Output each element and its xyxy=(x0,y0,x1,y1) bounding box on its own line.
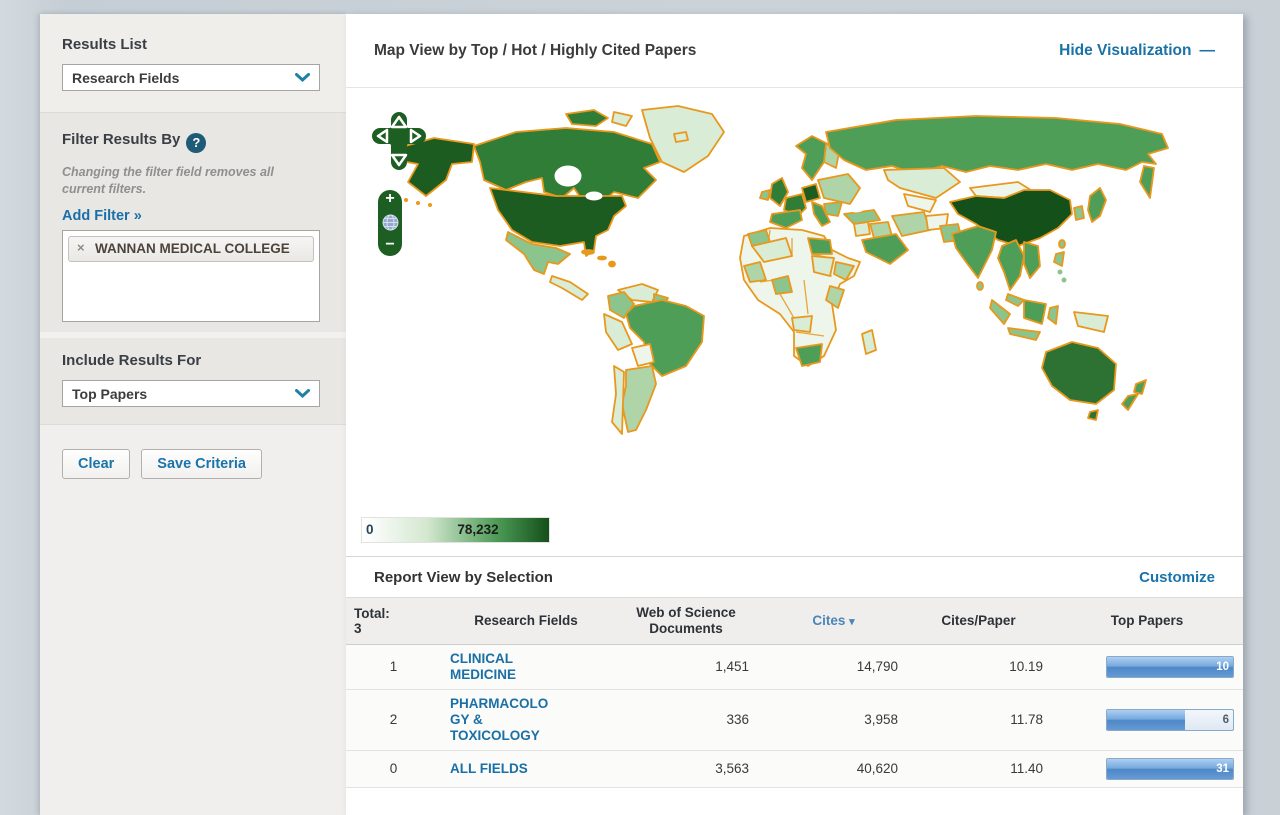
map-view-area: + − 0 78,232 xyxy=(346,88,1243,556)
map-view-title: Map View by Top / Hot / Highly Cited Pap… xyxy=(374,42,696,60)
sort-descending-icon: ▾ xyxy=(849,616,855,628)
filter-results-heading: Filter Results By? xyxy=(62,131,324,153)
chevron-down-icon xyxy=(295,73,310,82)
save-criteria-button[interactable]: Save Criteria xyxy=(141,449,262,479)
column-header-wos-documents[interactable]: Web of Science Documents xyxy=(611,605,761,637)
active-filters-listbox: × WANNAN MEDICAL COLLEGE xyxy=(62,230,320,322)
rank-cell: 0 xyxy=(346,761,441,776)
rank-cell: 1 xyxy=(346,659,441,674)
cites-paper-cell: 11.78 xyxy=(906,712,1051,727)
cites-cell: 3,958 xyxy=(761,712,906,727)
wos-documents-cell: 336 xyxy=(611,712,761,727)
chevron-down-icon xyxy=(295,389,310,398)
include-results-heading: Include Results For xyxy=(62,352,324,369)
country-indonesia xyxy=(1024,300,1046,324)
remove-filter-icon[interactable]: × xyxy=(77,241,85,256)
minus-icon: — xyxy=(1200,42,1216,59)
country-russia xyxy=(826,116,1168,174)
cites-paper-cell: 10.19 xyxy=(906,659,1051,674)
zoom-in-button[interactable]: + xyxy=(385,192,394,206)
legend-min-value: 0 xyxy=(366,522,374,537)
clear-button[interactable]: Clear xyxy=(62,449,130,479)
top-papers-bar: 6 xyxy=(1106,709,1234,731)
map-zoom-control: + − xyxy=(378,190,402,256)
country-iran xyxy=(892,212,930,236)
cites-paper-cell: 11.40 xyxy=(906,761,1051,776)
table-row: 2 PHARMACOLOGY & TOXICOLOGY 336 3,958 11… xyxy=(346,690,1243,751)
filters-sidebar: Results List Research Fields Filter Resu… xyxy=(40,14,346,815)
country-japan xyxy=(1088,188,1106,222)
filter-note: Changing the filter field removes all cu… xyxy=(62,164,292,198)
include-results-dropdown-value: Top Papers xyxy=(72,386,147,402)
column-header-cites[interactable]: Cites ▾ xyxy=(761,613,906,629)
country-vietnam xyxy=(1024,242,1040,278)
map-legend: 0 78,232 xyxy=(361,517,550,543)
country-kazakhstan xyxy=(884,168,960,198)
country-india xyxy=(952,226,996,278)
country-nigeria xyxy=(772,276,792,294)
report-view-title: Report View by Selection xyxy=(374,569,553,586)
hide-visualization-link[interactable]: Hide Visualization— xyxy=(1059,42,1215,60)
country-iceland xyxy=(674,132,688,142)
country-philippines xyxy=(1054,252,1064,266)
research-field-link[interactable]: CLINICAL MEDICINE xyxy=(450,651,556,683)
cites-cell: 14,790 xyxy=(761,659,906,674)
add-filter-link[interactable]: Add Filter » xyxy=(62,208,142,224)
country-saudi-arabia xyxy=(862,234,908,264)
top-papers-value: 6 xyxy=(1223,714,1229,726)
research-field-link[interactable]: ALL FIELDS xyxy=(450,761,556,777)
globe-icon[interactable] xyxy=(382,214,399,231)
sidebar-actions: Clear Save Criteria xyxy=(40,424,346,503)
help-icon[interactable]: ? xyxy=(186,133,206,153)
country-new-zealand xyxy=(1134,380,1146,394)
filter-tag: × WANNAN MEDICAL COLLEGE xyxy=(68,236,314,263)
column-header-research-fields[interactable]: Research Fields xyxy=(441,613,611,629)
legend-max-value: 78,232 xyxy=(457,522,498,537)
wos-documents-cell: 1,451 xyxy=(611,659,761,674)
wos-documents-cell: 3,563 xyxy=(611,761,761,776)
filter-tag-label: WANNAN MEDICAL COLLEGE xyxy=(95,241,290,256)
country-turkey xyxy=(844,210,880,224)
country-usa xyxy=(490,188,626,256)
country-madagascar xyxy=(862,330,876,354)
country-scandinavia xyxy=(796,136,828,180)
table-row: 1 CLINICAL MEDICINE 1,451 14,790 10.19 1… xyxy=(346,645,1243,690)
column-header-total: Total: 3 xyxy=(346,606,441,636)
country-spain xyxy=(770,210,802,228)
top-papers-bar: 10 xyxy=(1106,656,1234,678)
cites-cell: 40,620 xyxy=(761,761,906,776)
column-header-top-papers[interactable]: Top Papers xyxy=(1051,613,1243,629)
include-results-section: Include Results For Top Papers xyxy=(40,338,346,424)
map-pan-control[interactable] xyxy=(372,112,426,170)
country-australia xyxy=(1042,342,1116,404)
filter-results-section: Filter Results By? Changing the filter f… xyxy=(40,112,346,332)
top-papers-value: 10 xyxy=(1216,661,1229,673)
column-header-cites-paper[interactable]: Cites/Paper xyxy=(906,613,1051,629)
country-argentina xyxy=(622,366,656,432)
country-new-guinea xyxy=(1074,312,1108,332)
customize-link[interactable]: Customize xyxy=(1139,569,1215,586)
top-papers-bar: 31 xyxy=(1106,758,1234,780)
research-field-link[interactable]: PHARMACOLOGY & TOXICOLOGY xyxy=(450,696,556,744)
top-papers-value: 31 xyxy=(1216,763,1229,775)
table-header-row: Total: 3 Research Fields Web of Science … xyxy=(346,597,1243,645)
report-view-header: Report View by Selection Customize xyxy=(346,556,1243,597)
country-egypt xyxy=(808,238,832,254)
country-south-africa xyxy=(796,344,822,366)
rank-cell: 2 xyxy=(346,712,441,727)
table-row: 0 ALL FIELDS 3,563 40,620 11.40 31 xyxy=(346,751,1243,788)
world-map[interactable] xyxy=(356,104,1186,449)
country-germany xyxy=(802,184,820,202)
country-chile xyxy=(612,366,624,434)
results-list-heading: Results List xyxy=(62,36,324,53)
main-panel: Map View by Top / Hot / Highly Cited Pap… xyxy=(346,14,1243,815)
results-list-dropdown[interactable]: Research Fields xyxy=(62,64,320,91)
include-results-dropdown[interactable]: Top Papers xyxy=(62,380,320,407)
results-list-section: Results List Research Fields xyxy=(40,14,346,112)
country-korea xyxy=(1074,206,1084,220)
map-view-header: Map View by Top / Hot / Highly Cited Pap… xyxy=(346,14,1243,88)
results-list-dropdown-value: Research Fields xyxy=(72,70,179,86)
zoom-out-button[interactable]: − xyxy=(385,238,394,252)
